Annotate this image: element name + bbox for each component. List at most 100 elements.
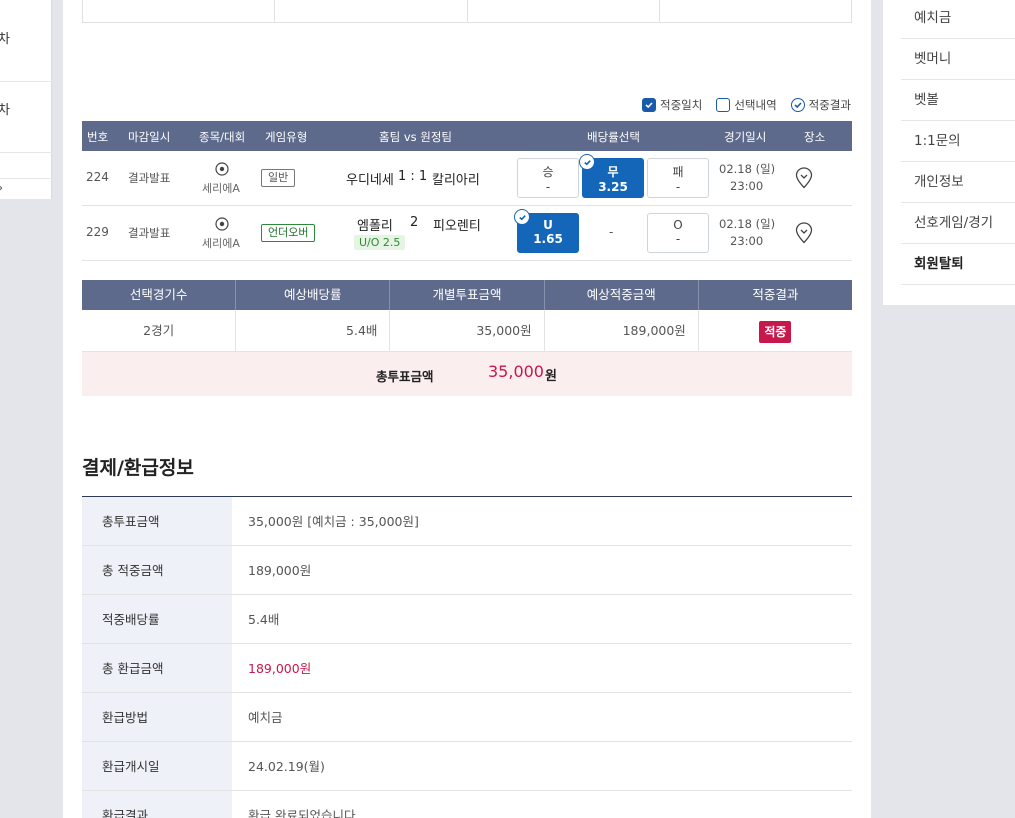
payment-value: 24.02.19(월) bbox=[248, 759, 325, 774]
previous-table-bottom bbox=[82, 0, 852, 23]
payment-value: 189,000원 bbox=[248, 661, 312, 676]
payment-section-title: 결제/환급정보 bbox=[82, 457, 194, 479]
header-no: 번호 bbox=[87, 130, 109, 144]
sidebar-item-betmoney[interactable]: 벳머니 bbox=[901, 39, 1015, 80]
match-deadline: 결과발표 bbox=[128, 226, 171, 240]
table-row: 224 결과발표 세리에A 일반 우디네세 1 : 1 칼리아리 승 - 무 3… bbox=[82, 151, 852, 206]
header-deadline: 마감일시 bbox=[128, 130, 171, 144]
payment-key: 총 환급금액 bbox=[82, 644, 232, 692]
home-team: 우디네세 bbox=[346, 173, 394, 188]
payment-value: 189,000원 bbox=[248, 563, 312, 578]
match-score: 2 bbox=[410, 215, 419, 230]
match-number: 229 bbox=[86, 225, 109, 239]
legend-hit-match: 적중일치 bbox=[642, 97, 702, 113]
location-pin-icon[interactable] bbox=[795, 222, 813, 244]
summary-row: 2경기 5.4배 35,000원 189,000원 적중 bbox=[82, 310, 852, 352]
odds-lose-button[interactable]: 패 - bbox=[647, 158, 709, 198]
match-score: 1 : 1 bbox=[398, 169, 428, 184]
location-pin-icon[interactable] bbox=[795, 167, 813, 189]
header-league: 종목/대회 bbox=[199, 130, 246, 144]
header-date: 경기일시 bbox=[724, 130, 767, 144]
odds-over-button[interactable]: O - bbox=[647, 213, 709, 253]
legend-label: 적중일치 bbox=[660, 98, 703, 112]
check-circle-icon bbox=[579, 154, 595, 170]
summary-games: 2경기 bbox=[82, 310, 237, 351]
left-sidebar: 차 차 › bbox=[0, 0, 52, 200]
payment-row: 환급방법 예치금 bbox=[82, 693, 852, 742]
left-sidebar-item-2[interactable]: 차 bbox=[0, 82, 52, 153]
match-date: 02.18 (일) bbox=[719, 217, 776, 231]
sidebar-item-betball[interactable]: 벳볼 bbox=[901, 80, 1015, 121]
legend-selection: 선택내역 bbox=[716, 97, 777, 113]
result-legend: 적중일치 선택내역 적중결과 bbox=[642, 97, 851, 113]
away-team: 피오렌티 bbox=[433, 219, 481, 234]
odds-win-button[interactable]: 승 - bbox=[517, 158, 579, 198]
match-time: 23:00 bbox=[730, 179, 764, 193]
payment-key: 환급결과 bbox=[82, 791, 232, 818]
odds-value: 3.25 bbox=[598, 180, 628, 194]
total-bet-unit: 원 bbox=[545, 369, 557, 384]
bet-summary-table: 선택경기수 예상배당률 개별투표금액 예상적중금액 적중결과 2경기 5.4배 … bbox=[82, 280, 852, 396]
payment-value: 환급 완료되었습니다 bbox=[248, 808, 356, 818]
main-content: 적중일치 선택내역 적중결과 번호 마감일시 종목/대회 게임유형 홈팀 vs … bbox=[63, 0, 871, 818]
header-venue: 장소 bbox=[804, 130, 826, 144]
game-type-badge: 언더오버 bbox=[261, 224, 316, 242]
sidebar-item-profile[interactable]: 개인정보 bbox=[901, 162, 1015, 203]
payment-info-table: 총투표금액 35,000원 [예치금 : 35,000원] 총 적중금액 189… bbox=[82, 496, 852, 818]
payment-row: 총 환급금액 189,000원 bbox=[82, 644, 852, 693]
payment-value: 5.4배 bbox=[248, 612, 280, 627]
sidebar-item-preferred-games[interactable]: 선호게임/경기 bbox=[901, 203, 1015, 244]
payment-row: 환급개시일 24.02.19(월) bbox=[82, 742, 852, 791]
payment-key: 총투표금액 bbox=[82, 497, 232, 545]
summary-header-result: 적중결과 bbox=[752, 287, 799, 302]
check-circle-icon bbox=[514, 209, 530, 225]
header-type: 게임유형 bbox=[265, 130, 308, 144]
payment-row: 총 적중금액 189,000원 bbox=[82, 546, 852, 595]
check-filled-icon bbox=[642, 98, 657, 112]
summary-bet: 35,000원 bbox=[390, 310, 545, 351]
checkbox-empty-icon bbox=[716, 98, 731, 112]
sidebar-item-inquiry[interactable]: 1:1문의 bbox=[901, 121, 1015, 162]
table-row: 229 결과발표 세리에A 언더오버 엠폴리 2 피오렌티 U/O 2.5 U … bbox=[82, 206, 852, 261]
match-number: 224 bbox=[86, 170, 109, 184]
payment-row: 총투표금액 35,000원 [예치금 : 35,000원] bbox=[82, 497, 852, 546]
left-sidebar-item-label: 차 bbox=[0, 32, 10, 47]
payment-key: 적중배당률 bbox=[82, 595, 232, 643]
hit-result-badge: 적중 bbox=[759, 320, 792, 343]
legend-label: 선택내역 bbox=[734, 98, 777, 112]
payment-key: 총 적중금액 bbox=[82, 546, 232, 594]
summary-header: 선택경기수 예상배당률 개별투표금액 예상적중금액 적중결과 bbox=[82, 280, 852, 310]
left-sidebar-scroll[interactable]: › bbox=[0, 178, 52, 200]
header-teams: 홈팀 vs 원정팀 bbox=[379, 130, 453, 144]
match-table-header: 번호 마감일시 종목/대회 게임유형 홈팀 vs 원정팀 배당률선택 경기일시 … bbox=[82, 121, 852, 151]
odds-label: 패 bbox=[672, 165, 684, 179]
odds-middle-value: - bbox=[609, 225, 614, 239]
header-odds: 배당률선택 bbox=[587, 130, 640, 144]
summary-expected: 189,000원 bbox=[545, 310, 699, 351]
sidebar-item-withdraw[interactable]: 회원탈퇴 bbox=[901, 244, 1015, 285]
sidebar-item-deposit[interactable]: 예치금 bbox=[901, 0, 1015, 39]
match-time: 23:00 bbox=[730, 234, 764, 248]
check-circle-icon bbox=[790, 98, 805, 112]
match-deadline: 결과발표 bbox=[128, 171, 171, 185]
payment-key: 환급방법 bbox=[82, 693, 232, 741]
summary-header-expected: 예상적중금액 bbox=[545, 280, 699, 310]
match-table: 번호 마감일시 종목/대회 게임유형 홈팀 vs 원정팀 배당률선택 경기일시 … bbox=[82, 121, 852, 261]
total-bet-bar: 총투표금액 35,000 원 bbox=[82, 352, 852, 396]
summary-odds: 5.4배 bbox=[236, 310, 391, 351]
payment-key: 환급개시일 bbox=[82, 742, 232, 790]
left-sidebar-item-label: 차 bbox=[0, 103, 10, 118]
payment-value: 35,000원 [예치금 : 35,000원] bbox=[248, 514, 419, 529]
summary-header-bet: 개별투표금액 bbox=[390, 280, 545, 310]
chevron-right-icon[interactable]: › bbox=[0, 181, 3, 196]
total-bet-label: 총투표금액 bbox=[376, 369, 434, 384]
match-league: 세리에A bbox=[202, 182, 240, 195]
left-sidebar-item-1[interactable]: 차 bbox=[0, 10, 52, 82]
summary-header-odds: 예상배당률 bbox=[236, 280, 391, 310]
match-league: 세리에A bbox=[202, 237, 240, 250]
right-sidebar: 예치금 벳머니 벳볼 1:1문의 개인정보 선호게임/경기 회원탈퇴 bbox=[883, 0, 1015, 305]
legend-hit-result: 적중결과 bbox=[790, 97, 851, 113]
legend-label: 적중결과 bbox=[808, 98, 851, 112]
summary-header-games: 선택경기수 bbox=[82, 280, 237, 310]
soccer-ball-icon bbox=[215, 217, 229, 231]
